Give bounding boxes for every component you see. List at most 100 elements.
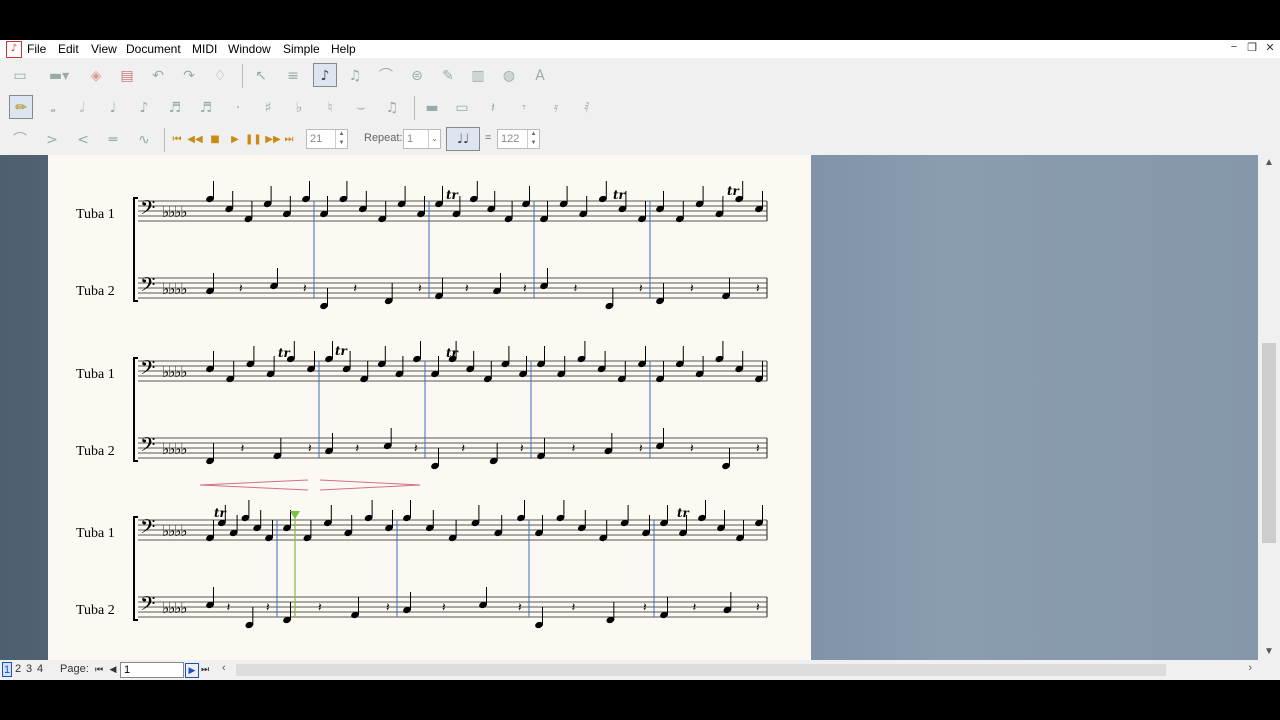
dot-icon[interactable]: · xyxy=(226,95,250,119)
toolbar-file: ▭ ▬▾ ◈ ▤ ↶ ↷ ♢ ↖ ≡ ♪ ♫ ⌒ ⊜ ✎ ▥ ◍ A xyxy=(0,60,560,90)
rewind-icon[interactable]: ◀◀ xyxy=(186,127,204,151)
open-icon[interactable]: ▬▾ xyxy=(40,63,78,87)
pencil-tool-icon[interactable]: ✏ xyxy=(9,95,33,119)
score-workspace: Tuba 1 Tuba 2 Tuba 1 Tuba 2 Tuba 1 Tuba … xyxy=(0,155,1258,660)
menu-edit[interactable]: Edit xyxy=(58,42,79,56)
stop-icon[interactable]: ■ xyxy=(206,127,224,151)
sharp-icon[interactable]: ♯ xyxy=(256,95,280,119)
hand-icon[interactable]: ♢ xyxy=(208,63,232,87)
rest-icon: 𝄽 xyxy=(418,281,422,295)
score-notation[interactable]: 𝄢 ♭♭♭♭ 𝄢 ♭♭♭♭ 𝄽 𝄽 𝄽 𝄽 𝄽 𝄽 𝄽 𝄽 𝄽 𝄽 𝄢 ♭♭♭♭ 𝄢 ♭♭♭♭ 𝄽 𝄽 𝄽 𝄽 𝄽 𝄽 𝄽 𝄽 𝄽 𝄽… xyxy=(48,155,811,660)
flat-icon[interactable]: ♭ xyxy=(287,95,311,119)
pause-icon[interactable]: ❚❚ xyxy=(244,127,262,151)
close-button[interactable]: ✕ xyxy=(1262,41,1278,54)
bass-clef-icon: 𝄢 xyxy=(140,196,155,224)
staff-icon[interactable]: ≡ xyxy=(281,63,305,87)
scroll-left-icon[interactable]: ‹ xyxy=(222,662,226,674)
scroll-thumb[interactable] xyxy=(236,664,1166,676)
score-page[interactable]: Tuba 1 Tuba 2 Tuba 1 Tuba 2 Tuba 1 Tuba … xyxy=(48,155,811,660)
eraser-icon[interactable]: ◈ xyxy=(84,63,108,87)
page-number-input[interactable]: 1 xyxy=(120,662,184,678)
thirtysecond-rest-icon[interactable]: 𝅀 xyxy=(575,95,599,119)
scroll-down-icon[interactable]: ▼ xyxy=(1258,644,1280,660)
menu-window[interactable]: Window xyxy=(228,42,271,56)
repeat-value: 1 xyxy=(407,133,414,145)
restore-button[interactable]: ❐ xyxy=(1244,41,1260,54)
quarter-note-icon[interactable]: ♩ xyxy=(101,95,125,119)
toolbar-notes: ✏ 𝅝 𝅗𝅥 ♩ ♪ ♬ ♬ · ♯ ♭ ♮ ⌣ ♫ ▬ ▭ 𝄽 𝄾 𝄿 𝅀 xyxy=(0,92,610,122)
spinner-arrows[interactable]: ▲ ▼ xyxy=(335,130,347,148)
scroll-thumb[interactable] xyxy=(1262,343,1276,543)
page-tab-3[interactable]: 3 xyxy=(24,662,34,677)
lyrics-icon[interactable]: ◍ xyxy=(497,63,521,87)
rest-icon: 𝄽 xyxy=(318,600,322,614)
dynamics-icon[interactable]: ⊜ xyxy=(405,63,429,87)
rest-icon: 𝄽 xyxy=(639,281,643,295)
print-icon[interactable]: ▤ xyxy=(115,63,139,87)
vertical-scrollbar[interactable]: ▲ ▼ xyxy=(1258,155,1280,660)
glissando-icon[interactable]: ∿ xyxy=(132,127,156,151)
play-icon[interactable]: ▶ xyxy=(226,127,244,151)
repeat-select[interactable]: 1 ⌄ xyxy=(403,129,441,149)
whole-note-icon[interactable]: 𝅝 xyxy=(41,95,65,119)
half-rest-icon[interactable]: ▭ xyxy=(450,95,474,119)
eighth-rest-icon[interactable]: 𝄾 xyxy=(512,95,536,119)
redo-icon[interactable]: ↷ xyxy=(177,63,201,87)
eighth-note-icon[interactable]: ♪ xyxy=(132,95,156,119)
first-page-icon[interactable]: ⏮ xyxy=(93,663,105,676)
page-tab-2[interactable]: 2 xyxy=(13,662,23,677)
minimize-button[interactable]: − xyxy=(1226,41,1242,53)
thirtysecond-note-icon[interactable]: ♬ xyxy=(194,95,218,119)
scroll-up-icon[interactable]: ▲ xyxy=(1258,155,1280,171)
menu-view[interactable]: View xyxy=(91,42,117,56)
beam-icon[interactable]: ♫ xyxy=(343,63,367,87)
tuplet-icon[interactable]: ♫ xyxy=(380,95,404,119)
last-page-icon[interactable]: ⏭ xyxy=(199,663,211,676)
rewind-start-icon[interactable]: ⏮ xyxy=(170,127,184,151)
menu-midi[interactable]: MIDI xyxy=(192,42,217,56)
new-icon[interactable]: ▭ xyxy=(8,63,32,87)
tie-icon[interactable]: ⌣ xyxy=(349,95,373,119)
forward-icon[interactable]: ▶▶ xyxy=(264,127,282,151)
text-icon[interactable]: A xyxy=(528,63,552,87)
undo-icon[interactable]: ↶ xyxy=(146,63,170,87)
tempo-spinner[interactable]: 122 ▲ ▼ xyxy=(497,129,540,149)
trill-mark: tr xyxy=(613,188,627,202)
half-note-icon[interactable]: 𝅗𝅥 xyxy=(70,95,94,119)
slur-icon[interactable]: ⌒ xyxy=(374,63,398,87)
quarter-rest-icon[interactable]: 𝄽 xyxy=(481,95,505,119)
chevron-down-icon[interactable]: ⌄ xyxy=(428,130,440,148)
page-tab-1[interactable]: 1 xyxy=(2,662,12,677)
decrescendo-icon[interactable]: > xyxy=(40,127,64,151)
rest-icon: 𝄽 xyxy=(442,600,446,614)
scroll-right-icon[interactable]: › xyxy=(1248,662,1252,674)
select-icon[interactable]: ↖ xyxy=(249,63,273,87)
next-page-icon[interactable]: ▶ xyxy=(185,663,199,678)
repeat-label: Repeat: xyxy=(364,132,403,144)
spinner-arrows[interactable]: ▲ ▼ xyxy=(527,130,539,148)
tempo-note-icon[interactable]: ♩♩ xyxy=(446,127,480,151)
layout-icon[interactable]: ▥ xyxy=(466,63,490,87)
tempo-equals: = xyxy=(485,132,492,144)
menu-help[interactable]: Help xyxy=(331,42,356,56)
forward-end-icon[interactable]: ⏭ xyxy=(282,127,296,151)
sixteenth-note-icon[interactable]: ♬ xyxy=(163,95,187,119)
menu-document[interactable]: Document xyxy=(126,42,181,56)
horizontal-scrollbar[interactable]: ‹ › xyxy=(218,662,1260,678)
rest-icon: 𝄽 xyxy=(308,441,312,455)
prev-page-icon[interactable]: ◀ xyxy=(107,663,119,676)
rest-icon: 𝄽 xyxy=(353,281,357,295)
note-mode-icon[interactable]: ♪ xyxy=(313,63,337,87)
slur-tool-icon[interactable]: ⌒ xyxy=(8,127,32,151)
trill-mark: tr xyxy=(446,346,460,360)
measure-spinner[interactable]: 21 ▲ ▼ xyxy=(306,129,348,149)
page-tab-4[interactable]: 4 xyxy=(35,662,45,677)
natural-icon[interactable]: ♮ xyxy=(318,95,342,119)
whole-rest-icon[interactable]: ▬ xyxy=(420,95,444,119)
tenuto-icon[interactable]: ═ xyxy=(101,127,125,151)
crescendo-icon[interactable]: < xyxy=(71,127,95,151)
sixteenth-rest-icon[interactable]: 𝄿 xyxy=(544,95,568,119)
menu-file[interactable]: File xyxy=(27,42,46,56)
pencil-icon[interactable]: ✎ xyxy=(436,63,460,87)
menu-simple[interactable]: Simple xyxy=(283,42,320,56)
